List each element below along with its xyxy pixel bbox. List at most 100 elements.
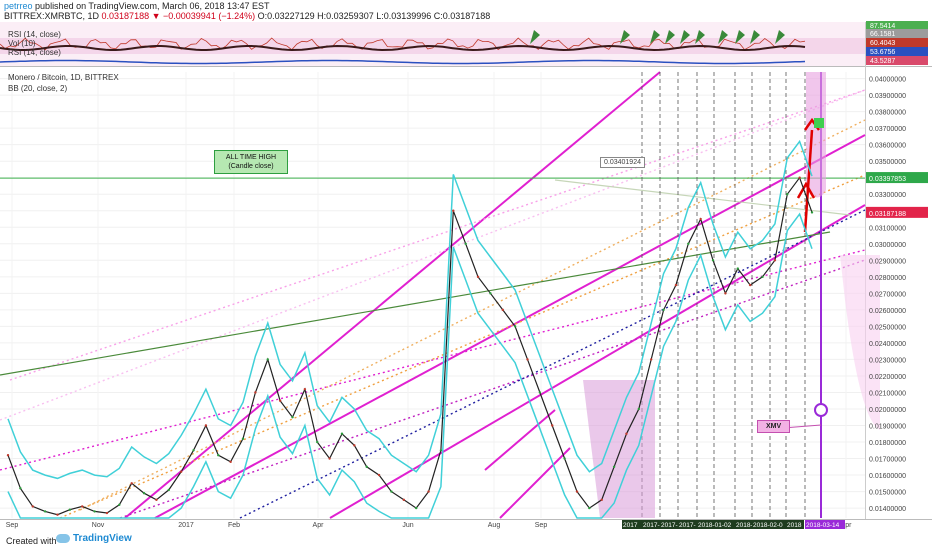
y-tick-label: 0.01500000 [869, 490, 906, 497]
price-axis[interactable]: 0.04000000 0.03900000 0.03800000 0.03700000… [869, 77, 906, 513]
price-point [204, 424, 208, 427]
price-point [118, 503, 121, 506]
price-point [476, 275, 480, 279]
tradingview-logo-icon [56, 533, 70, 543]
price-point [254, 391, 257, 394]
price-point [699, 217, 702, 221]
price-point [31, 505, 34, 508]
price-point [650, 358, 653, 361]
price-point [6, 454, 10, 457]
price-point [365, 465, 368, 468]
price-point [625, 432, 628, 435]
y-tick-label: 0.03300000 [869, 192, 906, 199]
price-point [93, 510, 96, 513]
tradingview-brand[interactable]: TradingView [56, 533, 132, 544]
price-point [439, 449, 443, 452]
footer: Created with TradingView [0, 530, 932, 550]
target-box [814, 118, 824, 128]
price-point [328, 457, 331, 460]
price-point [501, 308, 504, 312]
price-panel-title: Monero / Bitcoin, 1D, BITTREX [8, 73, 119, 82]
indicator-badge-label: 66.1581 [870, 31, 895, 38]
y-tick-label: 0.02000000 [869, 407, 906, 414]
price-point [142, 492, 146, 495]
price-point [56, 513, 59, 516]
chart-canvas[interactable]: 87.541466.1581 60.4043 53.6756 43.5287 0.04… [0, 0, 932, 550]
trend-line [124, 71, 661, 519]
target-marker-icon [814, 403, 828, 417]
ath-callout-line2: (Candle close) [228, 163, 274, 170]
xmv-label: XMV [757, 420, 791, 433]
x-tick-label: Sep [6, 522, 19, 529]
dotted-channel [119, 259, 866, 519]
y-tick-label: 0.02800000 [869, 275, 906, 282]
y-tick-label: 0.03700000 [869, 126, 906, 133]
y-tick-label: 0.03100000 [869, 225, 906, 232]
price-badge-label: 0.03187188 [869, 211, 906, 218]
price-point [711, 259, 715, 262]
bb-indicator-label: BB (20, close, 2) [8, 84, 68, 93]
price-point [291, 416, 294, 419]
ath-callout: ALL TIME HIGH (Candle close) [214, 150, 288, 174]
time-label: 2017 [623, 522, 638, 529]
highlight-zone [583, 380, 655, 518]
x-tick-label: Sep [535, 522, 548, 529]
y-tick-label: 0.01800000 [869, 440, 906, 447]
indicator-badge-label: 53.6756 [870, 49, 895, 56]
y-tick-label: 0.02500000 [869, 324, 906, 331]
price-point [414, 506, 418, 510]
time-label: 2017- [679, 522, 696, 529]
price-point [489, 292, 492, 295]
price-point [662, 308, 665, 312]
price-point [551, 424, 554, 427]
bb-lower-band [7, 212, 813, 519]
price-point [105, 511, 109, 515]
ath-callout-line1: ALL TIME HIGH [225, 154, 277, 161]
y-tick-label: 0.03800000 [869, 110, 906, 117]
price-point [687, 242, 690, 245]
price-point [637, 407, 641, 411]
price-point [179, 470, 183, 473]
price-point [464, 242, 467, 245]
price-point [773, 259, 777, 262]
y-tick-label: 0.02200000 [869, 374, 906, 381]
created-with-text: Created with [6, 536, 57, 546]
price-point [427, 490, 430, 493]
x-tick-label: Nov [92, 522, 105, 529]
price-point [43, 510, 47, 513]
price-point [377, 473, 381, 477]
price-point [810, 211, 814, 214]
price-point [340, 432, 344, 435]
y-tick-label: 0.02700000 [869, 291, 906, 298]
price-point [798, 176, 801, 179]
price-point [278, 399, 282, 402]
price-badge-label: 0.03397853 [869, 176, 906, 183]
y-tick-label: 0.04000000 [869, 77, 906, 84]
time-label: 2017- [643, 522, 660, 529]
indicator-label-vol: Vol (10) [8, 39, 36, 48]
y-tick-label: 0.03000000 [869, 242, 906, 249]
price-point [674, 283, 678, 287]
time-label: 2018-01-02 [698, 522, 732, 529]
price-point [68, 508, 72, 511]
price-point [786, 193, 789, 196]
price-point [452, 209, 455, 212]
trend-drawings [0, 71, 880, 519]
price-point [390, 490, 393, 493]
x-tick-label: Apr [313, 522, 325, 529]
time-label: 2018 [787, 522, 802, 529]
indicator-badge-label: 43.5287 [870, 58, 895, 65]
price-point [748, 283, 752, 287]
price-point [241, 437, 245, 440]
indicator-value-badges: 87.541466.1581 60.4043 53.6756 43.5287 [866, 21, 928, 65]
dotted-channel [239, 209, 866, 519]
price-point [612, 465, 616, 468]
indicator-label-rsi: RSI (14, close) [8, 48, 61, 57]
x-tick-label: Jun [402, 522, 413, 529]
price-point [155, 498, 158, 502]
price-point [192, 449, 195, 452]
time-labels: 2017 2017- 2017-12017- 2018-01-02 2018-01201… [622, 520, 845, 529]
indicator-label-rsi-top: RSI (14, close) [8, 30, 61, 39]
price-point [736, 267, 739, 270]
dotted-channel [59, 174, 866, 519]
